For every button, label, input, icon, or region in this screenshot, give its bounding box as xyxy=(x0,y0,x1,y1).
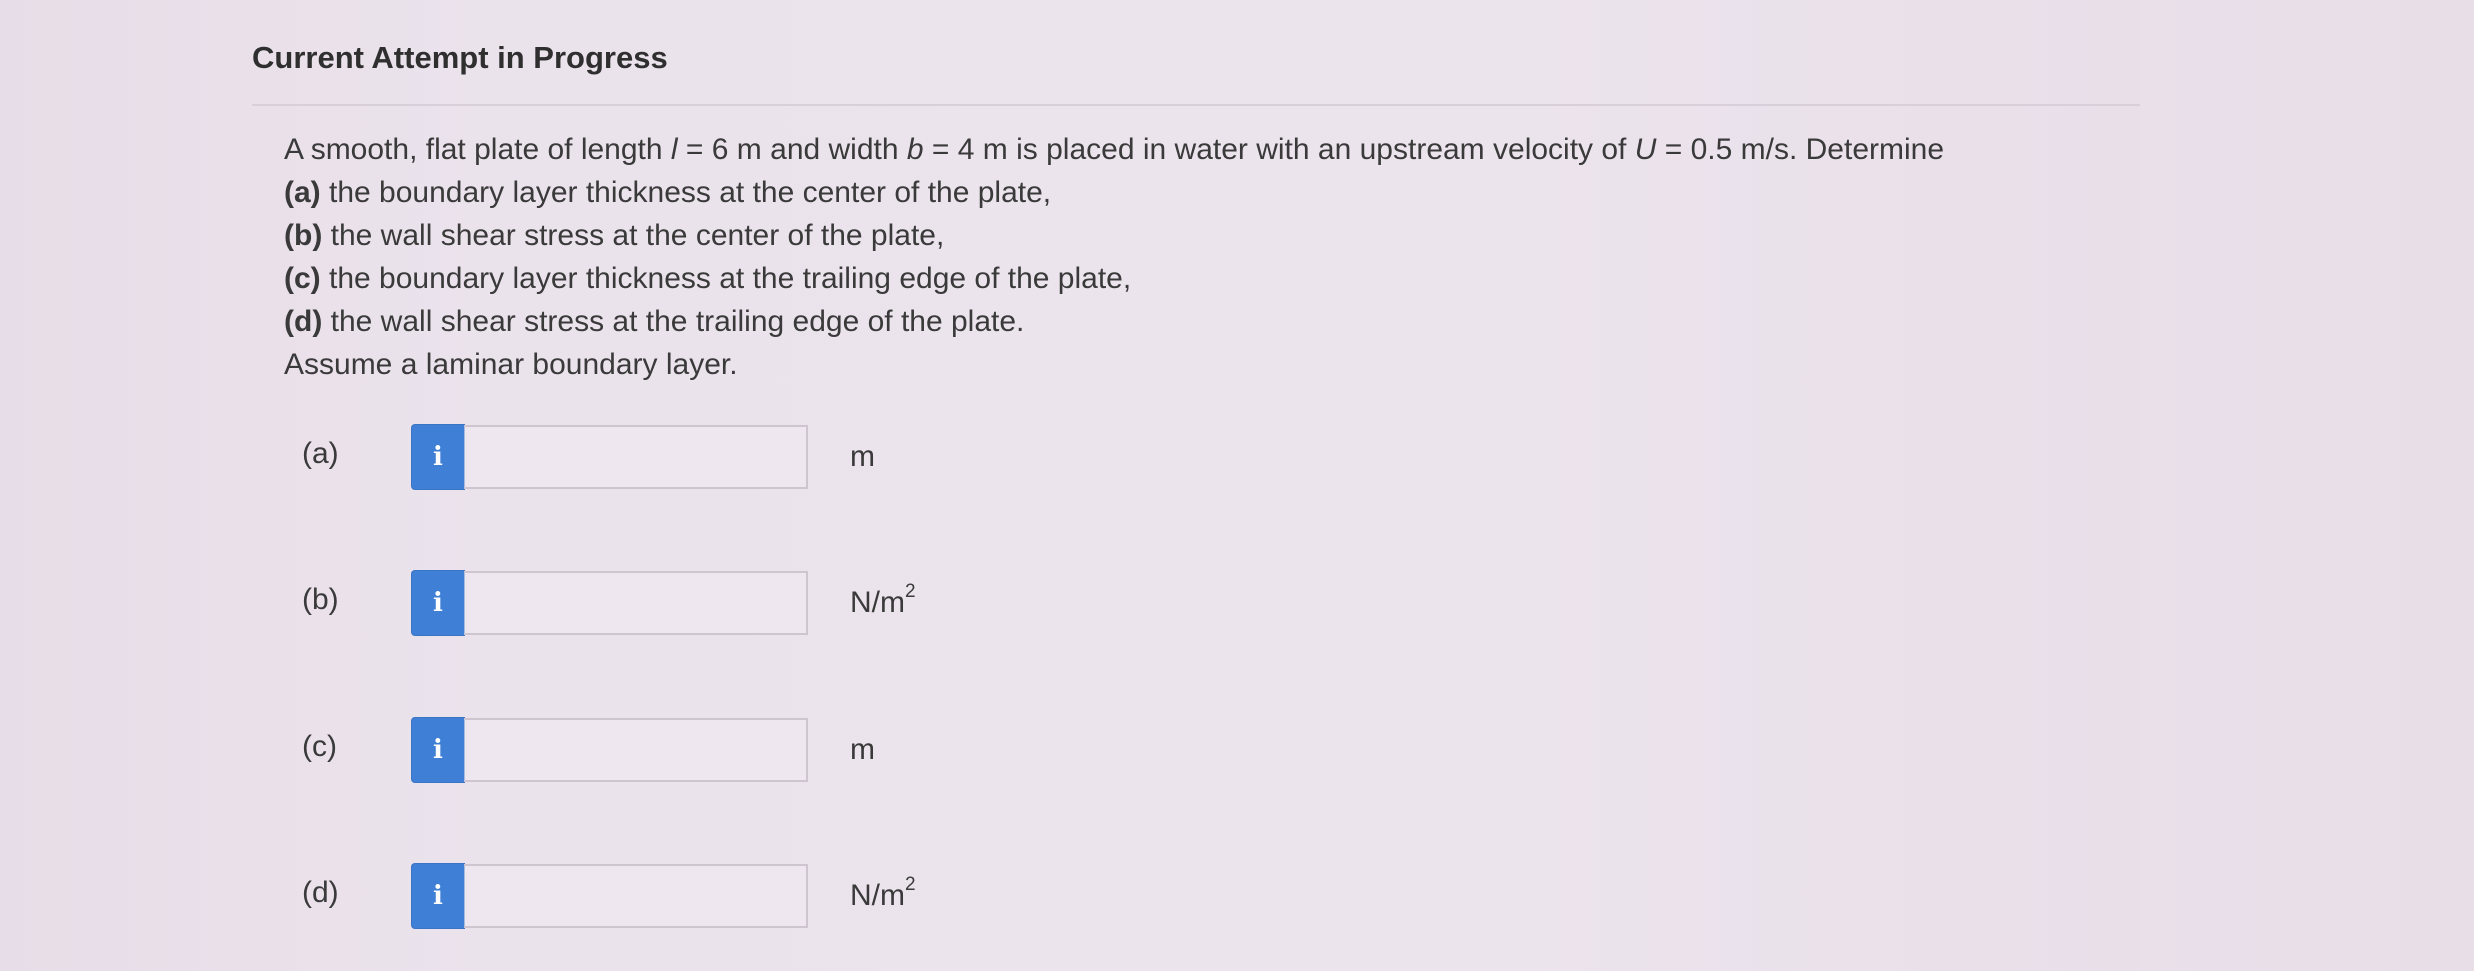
info-icon[interactable]: i xyxy=(412,425,464,489)
problem-intro-text-1: A smooth, flat plate of length xyxy=(284,133,671,166)
page-title: Current Attempt in Progress xyxy=(252,40,668,75)
answer-input-b[interactable] xyxy=(464,571,808,635)
info-glyph: i xyxy=(433,442,443,472)
header-divider xyxy=(252,104,2140,106)
problem-intro-text-4: = 0.5 m/s. Determine xyxy=(1656,133,1945,166)
unit-exponent: 2 xyxy=(905,874,916,895)
answer-label: (a) xyxy=(302,437,339,470)
answer-input-a[interactable] xyxy=(464,425,808,489)
info-glyph: i xyxy=(433,735,443,765)
answer-row-a: (a) i m xyxy=(0,425,1000,491)
unit-base: N/m xyxy=(850,879,905,912)
info-icon[interactable]: i xyxy=(412,864,464,928)
problem-intro-text-3: = 4 m is placed in water with an upstrea… xyxy=(923,133,1635,166)
answer-input-d[interactable] xyxy=(464,864,808,928)
unit-label: N/m2 xyxy=(850,581,916,620)
right-shade xyxy=(2140,0,2474,971)
problem-item-c: (c) the boundary layer thickness at the … xyxy=(284,257,2084,300)
problem-item-text: the wall shear stress at the center of t… xyxy=(322,219,945,252)
page-background: Current Attempt in Progress A smooth, fl… xyxy=(0,0,2474,971)
answer-row-c: (c) i m xyxy=(0,718,1000,784)
problem-statement: A smooth, flat plate of length l = 6 m a… xyxy=(284,128,2084,386)
problem-intro-text-2: = 6 m and width xyxy=(677,133,907,166)
info-icon[interactable]: i xyxy=(412,571,464,635)
problem-intro: A smooth, flat plate of length l = 6 m a… xyxy=(284,128,2084,171)
problem-item-text: the boundary layer thickness at the trai… xyxy=(320,262,1132,295)
unit-exponent: 2 xyxy=(905,581,916,602)
answer-label: (d) xyxy=(302,876,339,909)
problem-item-text: the boundary layer thickness at the cent… xyxy=(320,176,1052,209)
problem-item-a: (a) the boundary layer thickness at the … xyxy=(284,171,2084,214)
unit-label: m xyxy=(850,439,875,474)
problem-item-tag: (a) xyxy=(284,176,321,209)
problem-item-tag: (b) xyxy=(284,219,323,252)
answer-row-d: (d) i N/m2 xyxy=(0,864,1000,930)
variable-b: b xyxy=(906,133,924,166)
unit-label: N/m2 xyxy=(850,874,916,913)
problem-assumption: Assume a laminar boundary layer. xyxy=(284,348,738,381)
unit-base: m xyxy=(850,733,875,766)
unit-base: N/m xyxy=(850,586,905,619)
answer-input-c[interactable] xyxy=(464,718,808,782)
unit-base: m xyxy=(850,440,875,473)
problem-item-tag: (d) xyxy=(284,305,323,338)
problem-item-text: the wall shear stress at the trailing ed… xyxy=(322,305,1025,338)
info-icon[interactable]: i xyxy=(412,718,464,782)
variable-U: U xyxy=(1634,133,1657,166)
problem-item-d: (d) the wall shear stress at the trailin… xyxy=(284,300,2084,343)
unit-label: m xyxy=(850,732,875,767)
problem-item-tag: (c) xyxy=(284,262,321,295)
answer-row-b: (b) i N/m2 xyxy=(0,571,1000,637)
problem-item-b: (b) the wall shear stress at the center … xyxy=(284,214,2084,257)
info-glyph: i xyxy=(433,588,443,618)
answer-label: (c) xyxy=(302,730,337,763)
answer-label: (b) xyxy=(302,583,339,616)
info-glyph: i xyxy=(433,881,443,911)
variable-l: l xyxy=(670,133,678,166)
